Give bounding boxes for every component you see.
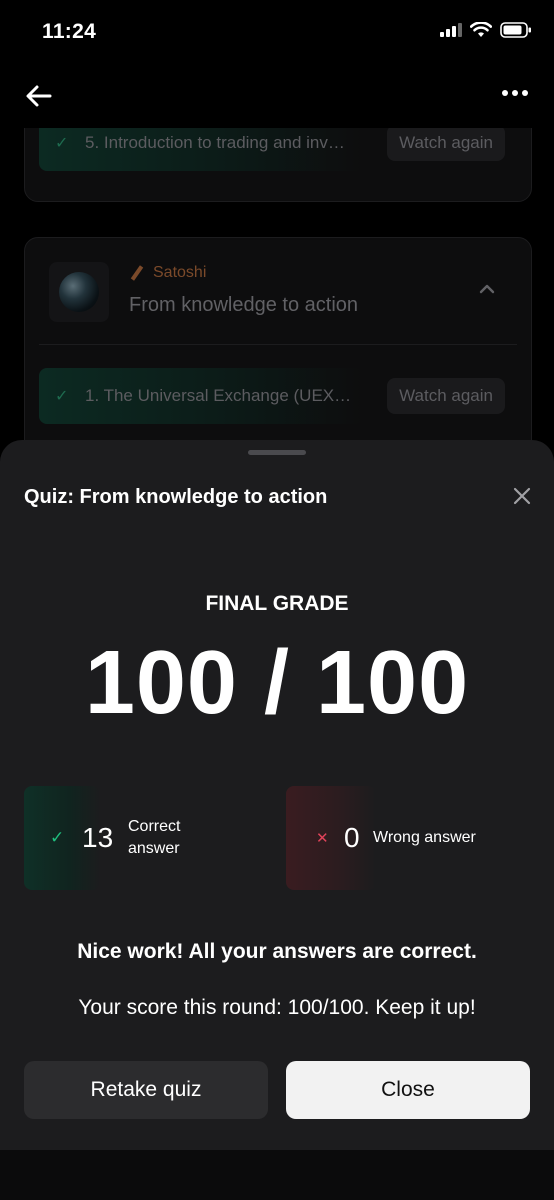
course-card-satoshi: Satoshi From knowledge to action ✓ 1. Th… [24, 237, 532, 448]
watch-again-button[interactable]: Watch again [387, 128, 505, 161]
checkmark-icon: ✓ [55, 135, 69, 152]
checkmark-icon: ✓ [50, 828, 65, 847]
course-content: ✓ 5. Introduction to trading and inv… Wa… [0, 128, 554, 448]
sheet-title: Quiz: From knowledge to action [24, 486, 328, 508]
back-arrow-icon[interactable] [24, 82, 54, 110]
result-message-title: Nice work! All your answers are correct. [77, 940, 477, 963]
course-avatar [49, 262, 109, 322]
lesson-title: 1. The Universal Exchange (UEX… [85, 386, 352, 405]
close-button[interactable]: Close [286, 1061, 530, 1119]
correct-label: Correct answer [128, 818, 181, 857]
more-options-icon[interactable] [502, 90, 528, 96]
divider [39, 344, 517, 345]
wifi-icon [470, 22, 492, 37]
course-title: From knowledge to action [129, 294, 359, 316]
correct-answers-stat: ✓ 13 Correct answer [24, 786, 254, 890]
lesson-row[interactable]: ✓ 1. The Universal Exchange (UEX… Watch … [39, 368, 517, 424]
bottom-bar [0, 1150, 554, 1200]
watch-again-button[interactable]: Watch again [387, 378, 505, 414]
status-time: 11:24 [42, 20, 97, 43]
final-grade-label: FINAL GRADE [205, 592, 349, 615]
lesson-title: 5. Introduction to trading and inv… [85, 133, 345, 152]
checkmark-icon: ✓ [55, 388, 69, 405]
cellular-signal-icon [440, 23, 462, 37]
sheet-drag-handle[interactable] [248, 450, 306, 455]
course-card-previous: ✓ 5. Introduction to trading and inv… Wa… [24, 128, 532, 202]
wrong-answers-stat: ✕ 0 Wrong answer [286, 786, 516, 890]
quiz-result-sheet: Quiz: From knowledge to action FINAL GRA… [0, 440, 554, 1150]
wrong-label: Wrong answer [373, 829, 476, 846]
result-message-subtitle: Your score this round: 100/100. Keep it … [78, 996, 476, 1019]
status-bar: 11:24 [0, 0, 554, 64]
course-tag: Satoshi [129, 264, 206, 282]
status-icons [440, 22, 532, 38]
cross-icon: ✕ [316, 830, 329, 847]
nav-bar [0, 64, 554, 128]
close-icon[interactable] [512, 486, 532, 506]
slash-icon [130, 265, 144, 281]
final-grade-value: 100 / 100 [84, 633, 470, 733]
correct-count: 13 [82, 822, 114, 853]
lesson-row[interactable]: ✓ 5. Introduction to trading and inv… Wa… [39, 128, 517, 171]
retake-quiz-button[interactable]: Retake quiz [24, 1061, 268, 1119]
chevron-up-icon[interactable] [479, 284, 495, 294]
battery-icon [500, 22, 531, 38]
wrong-count: 0 [344, 822, 360, 853]
